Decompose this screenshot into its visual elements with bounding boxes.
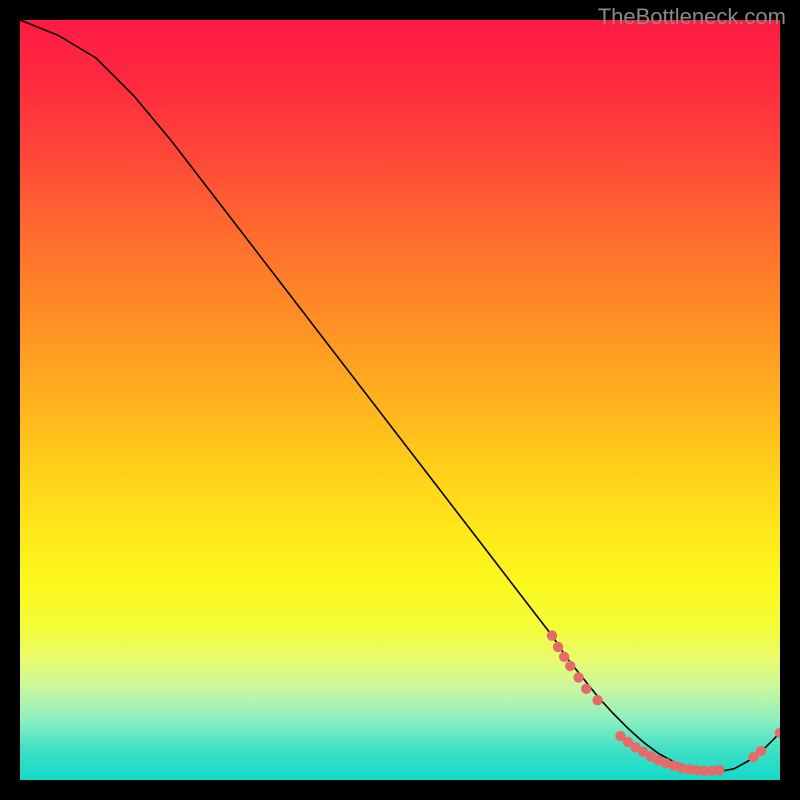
- data-point: [553, 642, 563, 652]
- data-point: [630, 742, 640, 752]
- data-point: [592, 695, 602, 705]
- chart-plot-area: [20, 20, 780, 780]
- data-point: [547, 630, 557, 640]
- data-point: [615, 731, 625, 741]
- data-point: [699, 766, 709, 776]
- data-point: [668, 760, 678, 770]
- data-point: [676, 763, 686, 773]
- watermark-text: TheBottleneck.com: [598, 4, 786, 30]
- data-point: [573, 672, 583, 682]
- data-point: [684, 764, 694, 774]
- data-point: [638, 747, 648, 757]
- data-point: [691, 765, 701, 775]
- data-point: [653, 755, 663, 765]
- data-point: [706, 766, 716, 776]
- data-points-group: [547, 630, 780, 776]
- data-point: [559, 652, 569, 662]
- curve-line: [20, 20, 780, 772]
- data-point: [581, 684, 591, 694]
- data-point: [775, 728, 780, 738]
- chart-svg: [20, 20, 780, 780]
- data-point: [646, 751, 656, 761]
- data-point: [756, 746, 766, 756]
- data-point: [565, 661, 575, 671]
- data-point: [661, 758, 671, 768]
- data-point: [714, 765, 724, 775]
- data-point: [748, 752, 758, 762]
- data-point: [623, 737, 633, 747]
